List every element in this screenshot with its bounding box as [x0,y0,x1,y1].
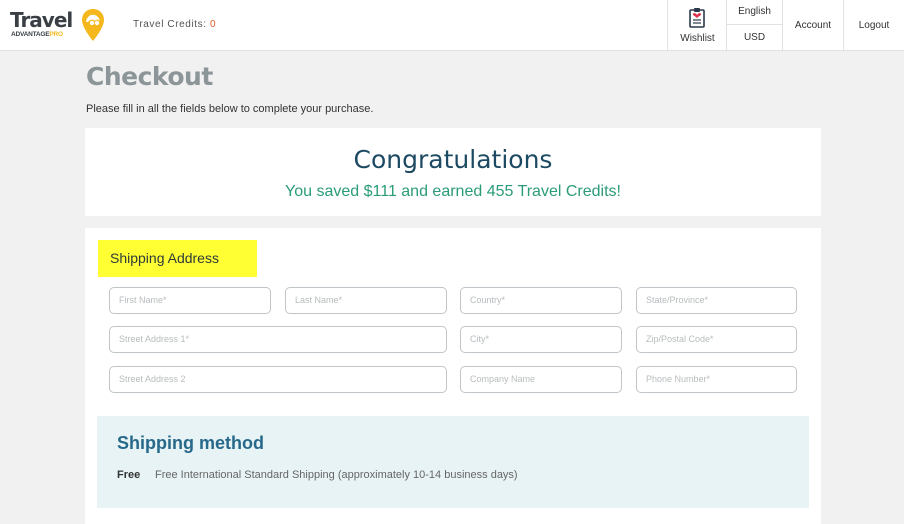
last-name-input[interactable]: Last Name* [285,287,447,314]
wishlist-label: Wishlist [680,33,715,44]
shipping-description: Free International Standard Shipping (ap… [155,469,518,481]
logo-subtext: ADVANTAGEPRO [11,31,63,39]
page-subtitle: Please fill in all the fields below to c… [86,103,374,115]
clipboard-heart-icon [689,8,705,28]
page-title: Checkout [86,62,213,91]
congratulations-heading: Congratulations [353,145,553,174]
logo-wordmark: Travel [10,8,73,32]
street-address-1-input[interactable]: Street Address 1* [109,326,447,353]
phone-number-input[interactable]: Phone Number* [636,366,797,393]
first-name-input[interactable]: First Name* [109,287,271,314]
account-link[interactable]: Account [782,0,843,51]
congratulations-card: Congratulations You saved $111 and earne… [85,128,821,216]
top-navbar: Travel ADVANTAGEPRO Travel Credits: 0 Wi… [0,0,904,51]
shipping-method-title: Shipping method [117,433,264,453]
wishlist-button[interactable]: Wishlist [667,0,726,51]
shipping-form-card: Shipping Address First Name* Last Name* … [85,228,821,524]
map-pin-icon [82,9,104,41]
company-name-input[interactable]: Company Name [460,366,622,393]
street-address-2-input[interactable]: Street Address 2 [109,366,447,393]
shipping-price: Free [117,469,141,481]
logout-link[interactable]: Logout [843,0,904,51]
currency-select[interactable]: USD [727,25,782,51]
shipping-address-label: Shipping Address [98,240,257,277]
zip-postal-code-input[interactable]: Zip/Postal Code* [636,326,797,353]
shipping-method-panel: Shipping method Free Free International … [97,416,809,508]
savings-message: You saved $111 and earned 455 Travel Cre… [285,183,621,200]
logo-sub-text: ADVANTAGE [11,31,50,38]
travel-credits: Travel Credits: 0 [133,19,216,30]
travel-advantage-logo[interactable]: Travel ADVANTAGEPRO [10,8,105,44]
language-currency-selector: English USD [726,0,782,51]
country-select[interactable]: Country* [460,287,622,314]
state-province-select[interactable]: State/Province* [636,287,797,314]
travel-credits-value: 0 [210,19,217,30]
travel-credits-label: Travel Credits: [133,19,207,30]
language-select[interactable]: English [727,0,782,25]
logo-pro-text: PRO [49,31,63,38]
city-input[interactable]: City* [460,326,622,353]
